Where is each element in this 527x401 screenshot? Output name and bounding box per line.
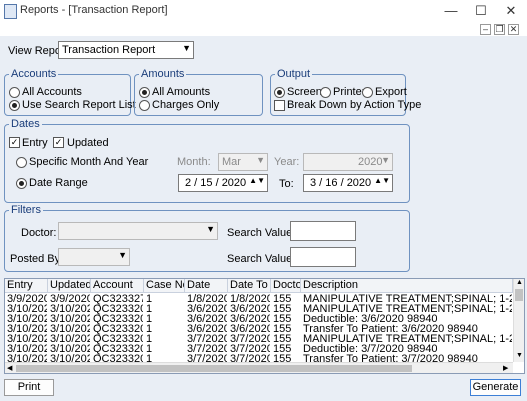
breakdown-label: Break Down by Action Type xyxy=(287,99,422,111)
all-amounts-radio[interactable] xyxy=(139,87,150,98)
mdi-restore-button[interactable]: ❐ xyxy=(494,24,505,35)
title-bar: Reports - [Transaction Report] — ☐ ✕ xyxy=(0,0,527,22)
chevron-down-icon: ▼ xyxy=(118,250,127,260)
maximize-button[interactable]: ☐ xyxy=(466,0,496,22)
transaction-grid[interactable]: Entry Updated Account Case No Date Date To Doc… xyxy=(4,278,525,374)
horizontal-scrollbar[interactable]: ◀ ▶ xyxy=(5,362,513,373)
scroll-down-icon[interactable]: ▼ xyxy=(516,352,523,359)
doctor-select[interactable]: ▼ xyxy=(58,222,218,240)
column-header[interactable]: Account xyxy=(91,279,144,293)
year-label: Year: xyxy=(274,156,300,168)
doctor-label: Doctor: xyxy=(21,227,57,239)
charges-only-label: Charges Only xyxy=(152,99,220,111)
search-value-1-input[interactable] xyxy=(290,221,356,241)
printer-label: Printer xyxy=(333,86,366,98)
year-select[interactable]: 2020 ▼ xyxy=(303,153,393,171)
generate-button[interactable]: Generate xyxy=(470,379,521,396)
month-label: Month: xyxy=(177,156,211,168)
all-amounts-label: All Amounts xyxy=(152,86,211,98)
all-accounts-radio[interactable] xyxy=(9,87,20,98)
vertical-scrollbar[interactable]: ▲ ▼ xyxy=(513,279,524,362)
column-header[interactable]: Description xyxy=(301,279,513,293)
updated-label: Updated xyxy=(67,137,109,149)
scroll-thumb[interactable] xyxy=(515,289,523,301)
export-radio[interactable] xyxy=(362,87,373,98)
chevron-down-icon: ▼ xyxy=(381,155,390,165)
minimize-button[interactable]: — xyxy=(436,0,466,22)
to-label: To: xyxy=(279,178,294,190)
updated-checkbox[interactable]: ✓ xyxy=(53,137,64,148)
entry-checkbox[interactable]: ✓ xyxy=(9,137,20,148)
amounts-legend: Amounts xyxy=(139,68,187,80)
screen-label: Screen xyxy=(287,86,322,98)
posted-by-label: Posted By: xyxy=(10,253,64,265)
chevron-down-icon: ▼ xyxy=(256,155,265,165)
use-search-list-label: Use Search Report List xyxy=(22,99,136,111)
column-header[interactable]: Date xyxy=(185,279,228,293)
specific-month-radio[interactable] xyxy=(16,157,27,168)
month-value: Mar xyxy=(222,156,241,168)
scroll-up-icon[interactable]: ▲ xyxy=(516,279,523,286)
export-label: Export xyxy=(375,86,407,98)
from-date-value: 2 / 15 / 2020 xyxy=(185,177,247,189)
entry-label: Entry xyxy=(22,137,48,149)
spinner-icon[interactable]: ▲▼ xyxy=(249,176,265,185)
view-report-value: Transaction Report xyxy=(62,44,156,56)
to-date-value: 3 / 16 / 2020 xyxy=(310,177,372,189)
charges-only-radio[interactable] xyxy=(139,100,150,111)
date-range-radio[interactable] xyxy=(16,178,27,189)
from-date-picker[interactable]: 2 / 15 / 2020 ▲▼ xyxy=(178,174,268,192)
posted-by-select[interactable]: ▼ xyxy=(58,248,130,266)
printer-radio[interactable] xyxy=(320,87,331,98)
dates-legend: Dates xyxy=(9,118,42,130)
screen-radio[interactable] xyxy=(274,87,285,98)
year-value: 2020 xyxy=(358,156,383,168)
mdi-bar xyxy=(0,22,527,36)
use-search-list-radio[interactable] xyxy=(9,100,20,111)
spinner-icon[interactable]: ▲▼ xyxy=(374,176,390,185)
month-select[interactable]: Mar ▼ xyxy=(218,153,268,171)
close-button[interactable]: ✕ xyxy=(496,0,526,22)
scroll-right-icon[interactable]: ▶ xyxy=(503,364,508,372)
accounts-legend: Accounts xyxy=(9,68,59,80)
to-date-picker[interactable]: 3 / 16 / 2020 ▲▼ xyxy=(303,174,393,192)
window-title: Reports - [Transaction Report] xyxy=(20,4,168,16)
filters-legend: Filters xyxy=(9,204,43,216)
breakdown-checkbox[interactable] xyxy=(274,100,285,111)
scroll-left-icon[interactable]: ◀ xyxy=(7,364,12,372)
print-button[interactable]: Print xyxy=(4,379,54,396)
column-header[interactable]: Date To xyxy=(228,279,271,293)
mdi-close-button[interactable]: ✕ xyxy=(508,24,519,35)
date-range-label: Date Range xyxy=(29,177,88,189)
chevron-down-icon: ▼ xyxy=(182,43,191,53)
column-header[interactable]: Case No xyxy=(144,279,185,293)
hscroll-thumb[interactable] xyxy=(16,365,412,372)
all-accounts-label: All Accounts xyxy=(22,86,82,98)
output-legend: Output xyxy=(275,68,313,80)
mdi-minimize-button[interactable]: – xyxy=(480,24,491,35)
column-header[interactable]: Doctor xyxy=(271,279,301,293)
app-icon xyxy=(4,4,17,19)
chevron-down-icon: ▼ xyxy=(206,224,215,234)
view-report-select[interactable]: Transaction Report ▼ xyxy=(58,41,194,59)
reports-window: Reports - [Transaction Report] — ☐ ✕ – ❐… xyxy=(0,0,527,401)
column-header[interactable]: Updated xyxy=(48,279,91,293)
search-value-2-input[interactable] xyxy=(290,247,356,267)
column-header[interactable]: Entry xyxy=(5,279,48,293)
specific-month-label: Specific Month And Year xyxy=(29,156,149,168)
